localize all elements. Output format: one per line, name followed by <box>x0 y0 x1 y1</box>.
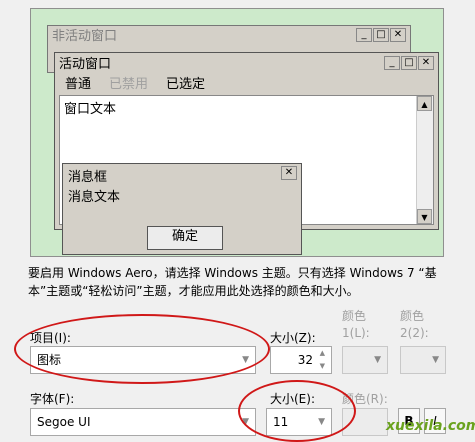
active-window-controls: _ □ ✕ <box>384 56 434 70</box>
spinner-icon[interactable]: ▲ ▼ <box>320 347 325 373</box>
chevron-down-icon: ▼ <box>374 355 381 365</box>
watermark: xuexila.com <box>386 418 475 434</box>
maximize-icon: □ <box>373 28 389 42</box>
annotation-oval-font-size <box>238 380 356 442</box>
ok-button[interactable]: 确定 <box>147 226 223 250</box>
menu-normal[interactable]: 普通 <box>65 75 91 95</box>
close-icon: ✕ <box>281 166 297 180</box>
menu-disabled[interactable]: 已禁用 <box>109 75 148 95</box>
font-select-value: Segoe UI <box>37 415 91 429</box>
color1-label: 颜色 1(L): <box>342 309 370 340</box>
close-icon: ✕ <box>418 56 434 70</box>
annotation-oval-item <box>14 314 270 384</box>
inactive-window-title: 非活动窗口 <box>52 29 118 44</box>
menu-selected[interactable]: 已选定 <box>166 75 205 95</box>
chevron-down-icon: ▼ <box>432 355 439 365</box>
message-box-title: 消息框 <box>68 170 108 185</box>
minimize-icon: _ <box>356 28 372 42</box>
color1-picker[interactable]: ▼ <box>342 346 388 374</box>
color2-picker[interactable]: ▼ <box>400 346 446 374</box>
font-label: 字体(F): <box>30 392 75 406</box>
font-select[interactable]: Segoe UI ▼ <box>30 408 256 436</box>
minimize-icon: _ <box>384 56 400 70</box>
menu-bar-sample: 普通 已禁用 已选定 <box>59 75 205 95</box>
maximize-icon: □ <box>401 56 417 70</box>
message-box-sample[interactable]: 消息框 ✕ 消息文本 确定 <box>62 163 302 255</box>
item-size-value: 32 <box>297 353 313 367</box>
scrollbar[interactable]: ▲ ▼ <box>416 96 433 224</box>
close-icon: ✕ <box>390 28 406 42</box>
item-size-spinner[interactable]: 32 ▲ ▼ <box>270 346 332 374</box>
message-text: 消息文本 <box>68 190 121 205</box>
scroll-up-icon[interactable]: ▲ <box>417 96 432 111</box>
item-size-label: 大小(Z): <box>270 331 316 345</box>
color2-label: 颜色 2(2): <box>400 309 429 340</box>
inactive-window-controls: _ □ ✕ <box>356 28 406 42</box>
window-text: 窗口文本 <box>64 102 117 117</box>
active-window-title: 活动窗口 <box>59 57 112 72</box>
scroll-down-icon[interactable]: ▼ <box>417 209 432 224</box>
aero-description: 要启用 Windows Aero，请选择 Windows 主题。只有选择 Win… <box>28 266 437 298</box>
